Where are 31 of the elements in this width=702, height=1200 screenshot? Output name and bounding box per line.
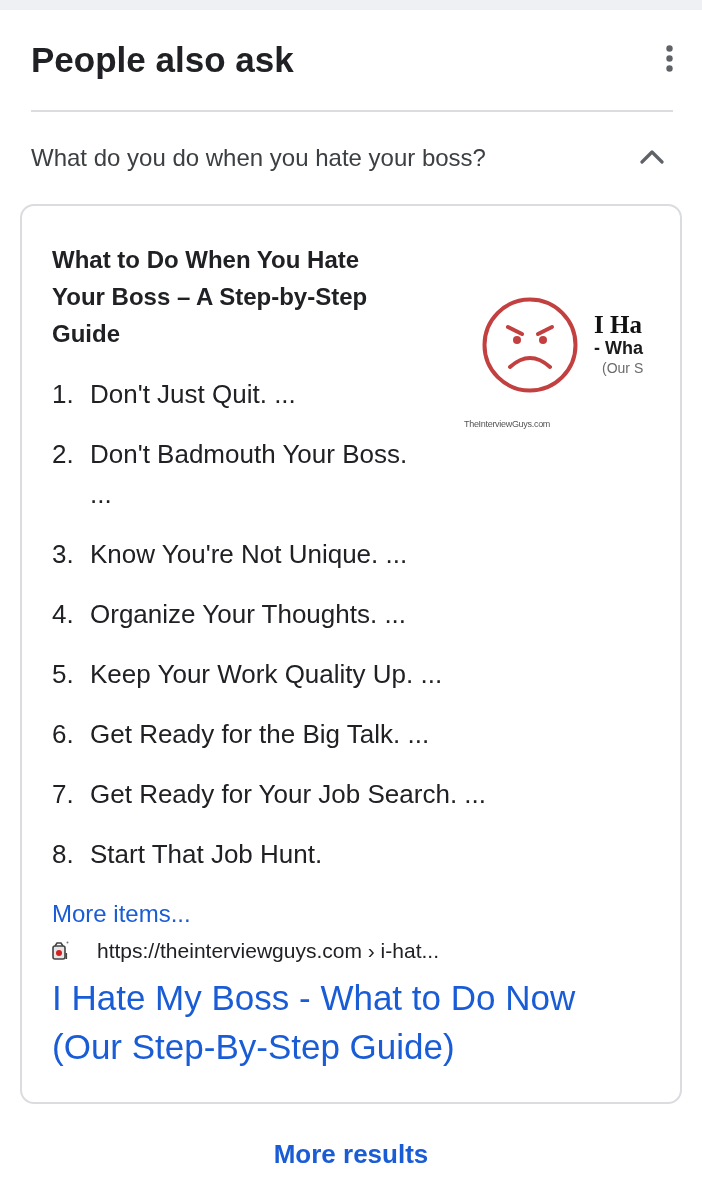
question-text[interactable]: What do you do when you hate your boss? <box>31 142 486 174</box>
list-item-text: Don't Badmouth Your Boss. ... <box>90 438 409 511</box>
thumbnail-text: (Our S <box>602 359 644 378</box>
more-results-link[interactable]: More results <box>273 1138 429 1170</box>
list-item-text: Start That Job Hunt. <box>90 838 323 871</box>
list-item-text: Organize Your Thoughts. ... <box>90 598 407 631</box>
list-number: 4. <box>52 598 75 631</box>
angry-face-icon <box>482 297 578 393</box>
source-title-link[interactable]: I Hate My Boss - What to Do Now (Our Step-By-Step Guide) <box>52 973 627 1071</box>
more-items-link[interactable]: More items... <box>52 896 191 932</box>
list-item-text: Don't Just Quit. ... <box>90 378 296 411</box>
list-number: 2. <box>52 438 75 471</box>
list-item-text: Keep Your Work Quality Up. ... <box>90 658 443 691</box>
more-options-button[interactable] <box>666 45 673 75</box>
answer-title: What to Do When You Hate Your Boss – A Step-by-Step Guide <box>52 245 369 349</box>
site-favicon-icon <box>52 941 69 961</box>
list-number: 1. <box>52 378 75 411</box>
thumbnail-text: I Ha <box>594 312 642 338</box>
list-number: 6. <box>52 718 75 751</box>
list-item-text: Get Ready for the Big Talk. ... <box>90 718 430 751</box>
list-number: 8. <box>52 838 75 871</box>
list-number: 3. <box>52 538 75 571</box>
list-item-text: Get Ready for Your Job Search. ... <box>90 778 486 811</box>
list-number: 5. <box>52 658 75 691</box>
section-title: People also ask <box>31 39 294 81</box>
thumbnail-text: - Wha <box>594 338 643 358</box>
more-options-icon <box>666 45 673 72</box>
source-url: https://theinterviewguys.com › i-hat... <box>97 939 439 963</box>
list-number: 7. <box>52 778 75 811</box>
list-item-text: Know You're Not Unique. ... <box>90 538 408 571</box>
thumbnail-caption: TheInterviewGuys.com <box>463 419 551 429</box>
